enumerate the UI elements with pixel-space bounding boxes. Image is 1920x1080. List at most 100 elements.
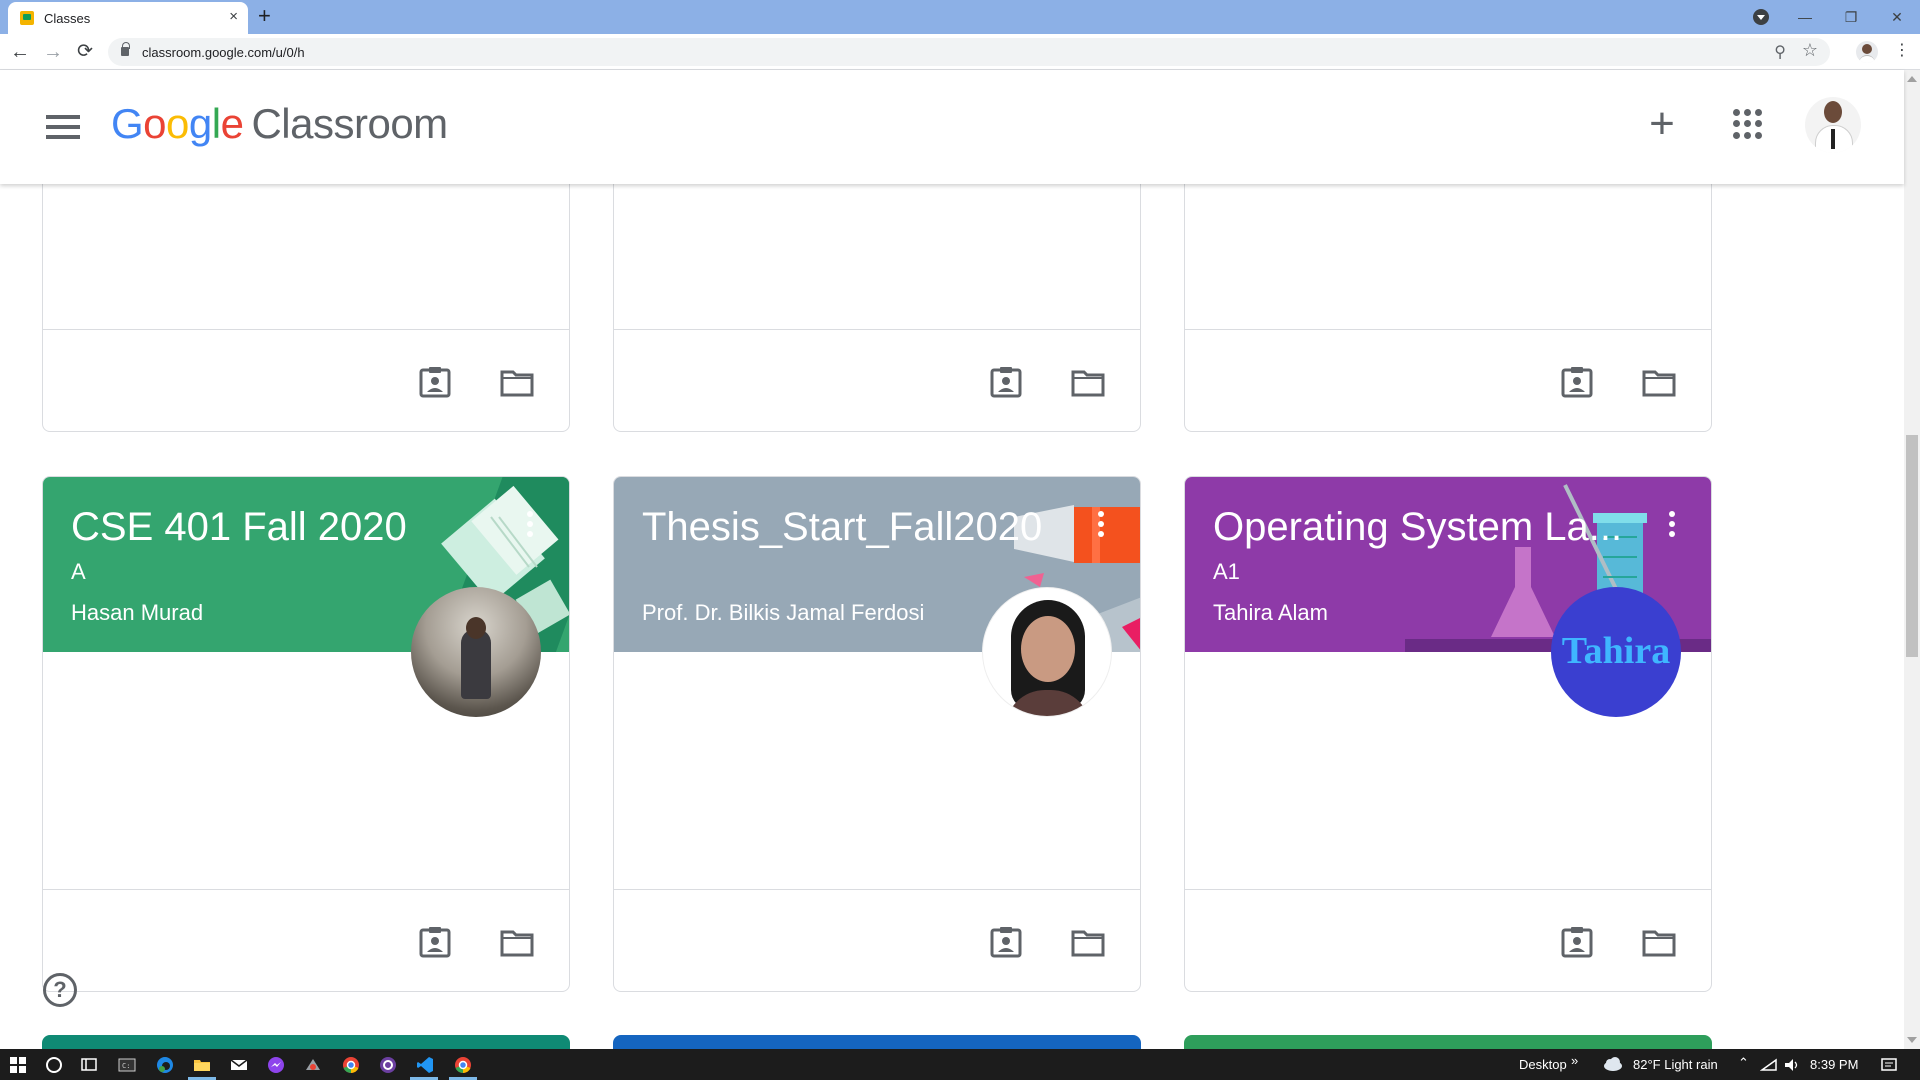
app-shortcut-icon[interactable] (304, 1056, 322, 1074)
class-teacher: Tahira Alam (1213, 600, 1328, 625)
window-close-icon[interactable]: ✕ (1874, 9, 1920, 26)
weather-cloud-icon[interactable] (1602, 1056, 1624, 1074)
folder-icon[interactable] (499, 364, 535, 400)
account-avatar[interactable] (1805, 97, 1861, 153)
class-card[interactable] (613, 184, 1141, 432)
vscode-icon[interactable] (416, 1056, 434, 1074)
class-card[interactable] (42, 184, 570, 432)
task-view-icon[interactable] (80, 1056, 98, 1074)
back-arrow-icon[interactable]: ← (8, 40, 32, 64)
cortana-search-icon[interactable] (45, 1056, 63, 1074)
more-options-icon[interactable] (1098, 511, 1104, 539)
portfolio-icon[interactable] (1559, 924, 1595, 960)
chrome-profile-icon[interactable] (454, 1056, 472, 1074)
card-footer (1185, 329, 1711, 431)
terminal-app-icon[interactable]: C: (118, 1056, 136, 1074)
browser-tab-classes[interactable]: Classes × (8, 2, 248, 34)
chrome-icon[interactable] (342, 1056, 360, 1074)
zoom-icon[interactable]: ⚲ (1774, 42, 1786, 62)
class-section: A (71, 559, 86, 584)
bookmark-star-icon[interactable]: ☆ (1802, 40, 1818, 61)
card-footer (614, 889, 1140, 991)
google-classroom-logo[interactable]: Google Classroom (111, 100, 448, 148)
browser-toolbar: ← → ⟳ classroom.google.com/u/0/h ⚲ ☆ ⋮ (0, 34, 1920, 70)
folder-icon[interactable] (499, 924, 535, 960)
network-icon[interactable] (1760, 1056, 1778, 1074)
class-title[interactable]: Thesis_Start_Fall2020 (642, 505, 1042, 550)
help-icon[interactable]: ? (43, 973, 77, 1007)
folder-icon[interactable] (1641, 364, 1677, 400)
reload-icon[interactable]: ⟳ (73, 40, 97, 64)
classroom-header: Google Classroom + (0, 70, 1904, 184)
desktop-toolbar-chevron[interactable]: » (1571, 1053, 1578, 1068)
class-card-thesis[interactable]: Thesis_Start_Fall2020 Prof. Dr. Bilkis J… (613, 476, 1141, 992)
minimize-icon[interactable]: — (1782, 9, 1828, 25)
card-footer (43, 329, 569, 431)
class-card-os-lab[interactable]: Operating System La... A1 Tahira Alam Ta… (1184, 476, 1712, 992)
class-card[interactable] (1184, 184, 1712, 432)
class-section: A1 (1213, 559, 1240, 584)
class-card-cse401[interactable]: CSE 401 Fall 2020 A Hasan Murad (42, 476, 570, 992)
lock-icon (121, 42, 130, 56)
action-center-icon[interactable] (1880, 1056, 1898, 1074)
teacher-avatar-photo (982, 587, 1112, 717)
folder-icon[interactable] (1070, 924, 1106, 960)
class-card-partial[interactable] (613, 1035, 1141, 1049)
classroom-favicon-icon (20, 11, 34, 25)
portfolio-icon[interactable] (988, 364, 1024, 400)
new-tab-button[interactable]: + (258, 5, 271, 27)
add-class-button[interactable]: + (1640, 102, 1684, 148)
teacher-avatar-text: Tahira (1561, 630, 1671, 672)
class-title[interactable]: CSE 401 Fall 2020 (71, 505, 407, 550)
svg-text:C:: C: (122, 1062, 130, 1070)
folder-icon[interactable] (1070, 364, 1106, 400)
class-grid: CSE 401 Fall 2020 A Hasan Murad Thesis_S… (0, 184, 1904, 1049)
tab-title: Classes (44, 11, 91, 26)
obs-app-icon[interactable] (379, 1056, 397, 1074)
file-explorer-icon[interactable] (193, 1056, 211, 1074)
class-teacher: Prof. Dr. Bilkis Jamal Ferdosi (642, 600, 925, 625)
page-scrollbar[interactable] (1904, 70, 1920, 1049)
restore-icon[interactable]: ❐ (1828, 9, 1874, 26)
more-options-icon[interactable] (1669, 511, 1675, 539)
windows-taskbar: C: Desktop » 82°F Light rain ⌃ 8:39 PM (0, 1049, 1920, 1080)
scroll-down-arrow-icon[interactable] (1907, 1037, 1917, 1043)
tray-overflow-icon[interactable]: ⌃ (1738, 1055, 1749, 1071)
window-controls: — ❐ ✕ (1782, 0, 1920, 34)
volume-icon[interactable] (1783, 1056, 1801, 1074)
class-card-partial[interactable] (42, 1035, 570, 1049)
tab-search-icon[interactable] (1753, 9, 1769, 25)
folder-icon[interactable] (1641, 924, 1677, 960)
class-card-partial[interactable] (1184, 1035, 1712, 1049)
more-options-icon[interactable] (527, 511, 533, 539)
card-footer (43, 889, 569, 991)
google-apps-icon[interactable] (1733, 109, 1763, 139)
browser-profile-avatar[interactable] (1856, 41, 1878, 63)
portfolio-icon[interactable] (988, 924, 1024, 960)
browser-tab-bar: Classes × + — ❐ ✕ (0, 0, 1920, 34)
class-teacher: Hasan Murad (71, 600, 204, 625)
product-name: Classroom (251, 100, 448, 147)
portfolio-icon[interactable] (417, 364, 453, 400)
browser-menu-icon[interactable]: ⋮ (1894, 42, 1910, 60)
portfolio-icon[interactable] (1559, 364, 1595, 400)
desktop-toolbar-label[interactable]: Desktop (1519, 1057, 1567, 1072)
weather-text[interactable]: 82°F Light rain (1633, 1057, 1718, 1072)
card-footer (614, 329, 1140, 431)
windows-start-icon[interactable] (9, 1056, 27, 1074)
scroll-up-arrow-icon[interactable] (1907, 76, 1917, 82)
teacher-avatar-photo (411, 587, 541, 717)
scrollbar-thumb[interactable] (1906, 435, 1918, 657)
clock-time[interactable]: 8:39 PM (1810, 1057, 1858, 1072)
messenger-icon[interactable] (267, 1056, 285, 1074)
class-title[interactable]: Operating System La... (1213, 505, 1622, 550)
mail-icon[interactable] (230, 1056, 248, 1074)
tab-close-icon[interactable]: × (229, 9, 238, 25)
portfolio-icon[interactable] (417, 924, 453, 960)
address-bar[interactable]: classroom.google.com/u/0/h ⚲ ☆ (108, 38, 1830, 66)
edge-browser-icon[interactable] (156, 1056, 174, 1074)
main-menu-icon[interactable] (46, 115, 80, 139)
url-text: classroom.google.com/u/0/h (142, 45, 305, 60)
forward-arrow-icon[interactable]: → (41, 40, 65, 64)
card-footer (1185, 889, 1711, 991)
